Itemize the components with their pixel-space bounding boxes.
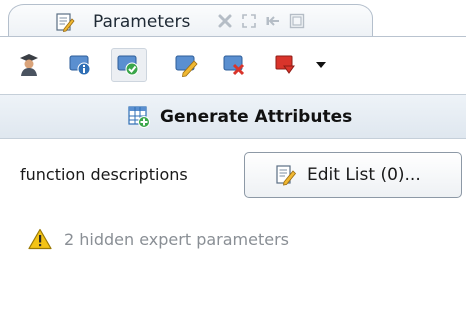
operator-header[interactable]: Generate Attributes: [0, 94, 466, 139]
minimize-icon[interactable]: [289, 13, 305, 29]
edit-icon: [175, 55, 198, 77]
warning-icon: [28, 228, 52, 250]
parameters-tab[interactable]: Parameters: [8, 4, 373, 36]
parameter-label: function descriptions: [20, 165, 188, 184]
show-help-button[interactable]: [68, 52, 94, 78]
show-help-icon: [69, 55, 91, 76]
view-tabstrip: Parameters: [0, 0, 466, 37]
edit-list-button[interactable]: Edit List (0)...: [244, 152, 462, 198]
chevron-down-icon: [316, 62, 326, 68]
check-parameters-button[interactable]: [111, 48, 147, 82]
close-icon[interactable]: [217, 13, 233, 29]
expert-mode-icon: [20, 54, 38, 76]
remove-button[interactable]: [222, 52, 248, 78]
restore-icon[interactable]: [265, 13, 281, 29]
edit-list-label: Edit List (0)...: [307, 165, 421, 185]
generate-attributes-icon: [128, 106, 150, 128]
operator-title: Generate Attributes: [160, 107, 353, 127]
edit-button[interactable]: [174, 52, 200, 78]
remove-icon: [223, 55, 245, 76]
more-actions-icon: [275, 55, 295, 74]
parameter-row: function descriptions Edit List (0)...: [0, 150, 466, 200]
parameters-edit-icon: [56, 13, 75, 32]
parameters-toolbar: [0, 37, 466, 94]
edit-list-icon: [276, 165, 297, 186]
hidden-parameters-text: 2 hidden expert parameters: [64, 230, 290, 249]
more-actions-button[interactable]: [274, 52, 334, 78]
tab-title: Parameters: [93, 12, 191, 32]
maximize-icon[interactable]: [241, 13, 257, 29]
expert-mode-button[interactable]: [16, 52, 42, 78]
check-parameters-icon: [117, 55, 139, 76]
